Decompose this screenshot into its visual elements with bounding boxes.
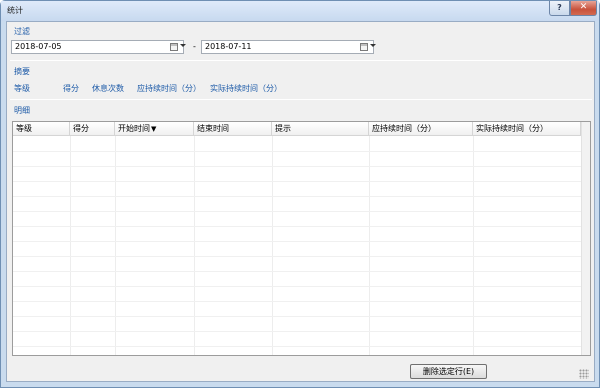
row-gridline <box>13 241 581 242</box>
dialog-body: 过滤 2018-07-05 - 2018-07-11 摘要 等级 得分 休息次数… <box>6 21 595 382</box>
calendar-icon[interactable] <box>170 43 178 51</box>
column-header-hint[interactable]: 提示 <box>272 122 369 136</box>
column-gridline <box>473 136 474 355</box>
column-header-actual-duration[interactable]: 实际持续时间（分） <box>473 122 581 136</box>
close-button[interactable]: ✕ <box>570 1 597 16</box>
row-gridline <box>13 271 581 272</box>
column-gridline <box>70 136 71 355</box>
end-date-value: 2018-07-11 <box>205 42 252 51</box>
row-gridline <box>13 301 581 302</box>
delete-selected-rows-button[interactable]: 删除选定行(E) <box>410 364 487 379</box>
row-gridline <box>13 151 581 152</box>
column-gridline <box>369 136 370 355</box>
column-gridline <box>194 136 195 355</box>
table-header: 等级 得分 开始时间▼ 结束时间 提示 应持续时间（分） 实际持续时间（分） <box>13 122 581 136</box>
column-gridline <box>115 136 116 355</box>
chevron-down-icon[interactable] <box>370 44 376 47</box>
resize-grip[interactable] <box>579 369 589 379</box>
column-header-end-time[interactable]: 结束时间 <box>194 122 272 136</box>
row-gridline <box>13 286 581 287</box>
end-date-picker[interactable]: 2018-07-11 <box>201 40 376 54</box>
summary-score: 得分 <box>63 84 79 93</box>
column-header-expected-duration[interactable]: 应持续时间（分） <box>369 122 473 136</box>
summary-break-count: 休息次数 <box>92 84 124 93</box>
column-header-score[interactable]: 得分 <box>70 122 115 136</box>
date-range-separator: - <box>193 42 196 51</box>
section-divider <box>10 99 592 100</box>
row-gridline <box>13 316 581 317</box>
summary-expected-duration: 应持续时间（分） <box>137 84 201 93</box>
help-button[interactable]: ? <box>549 1 570 16</box>
window-title: 统计 <box>7 6 23 15</box>
row-gridline <box>13 331 581 332</box>
calendar-icon[interactable] <box>360 43 368 51</box>
row-gridline <box>13 256 581 257</box>
summary-section-label: 摘要 <box>14 67 30 76</box>
row-gridline <box>13 196 581 197</box>
vertical-scrollbar[interactable] <box>581 122 590 355</box>
column-header-start-time[interactable]: 开始时间▼ <box>115 122 194 136</box>
summary-level: 等级 <box>14 84 30 93</box>
sort-descending-icon: ▼ <box>151 125 157 133</box>
statistics-window: 统计 ? ✕ 过滤 2018-07-05 - 2018-07-11 摘要 等级 … <box>0 0 600 388</box>
filter-section-label: 过滤 <box>14 27 30 36</box>
column-gridline <box>272 136 273 355</box>
row-gridline <box>13 181 581 182</box>
section-divider <box>10 60 592 61</box>
detail-section-label: 明细 <box>14 106 30 115</box>
summary-actual-duration: 实际持续时间（分） <box>210 84 282 93</box>
detail-table[interactable]: 等级 得分 开始时间▼ 结束时间 提示 应持续时间（分） 实际持续时间（分） <box>12 121 591 356</box>
chevron-down-icon[interactable] <box>180 44 186 47</box>
column-header-level[interactable]: 等级 <box>13 122 70 136</box>
start-date-picker[interactable]: 2018-07-05 <box>11 40 186 54</box>
row-gridline <box>13 226 581 227</box>
start-date-value: 2018-07-05 <box>15 42 62 51</box>
row-gridline <box>13 211 581 212</box>
row-gridline <box>13 346 581 347</box>
title-bar[interactable]: 统计 ? ✕ <box>1 1 599 21</box>
row-gridline <box>13 166 581 167</box>
